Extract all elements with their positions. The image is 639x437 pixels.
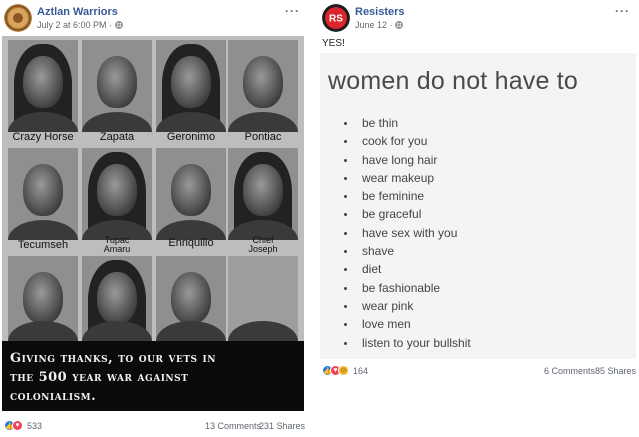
author-name[interactable]: Aztlan Warriors bbox=[37, 6, 118, 18]
timestamp-text[interactable]: July 2 at 6:00 PM bbox=[37, 20, 107, 30]
caption-line: colonialism. bbox=[10, 389, 97, 404]
page-avatar-aztlan[interactable] bbox=[4, 4, 32, 32]
meta-separator: · bbox=[109, 20, 113, 30]
caption-line: Giving thanks, to our vets in bbox=[10, 351, 216, 366]
avatar-initials: RS bbox=[329, 14, 343, 25]
image-headline: women do not have to bbox=[328, 67, 578, 95]
post-footer: 👍 ♥ 533 13 Comments 231 Shares bbox=[4, 420, 310, 436]
image-caption-box: Giving thanks, to our vets in the 500 ye… bbox=[2, 341, 304, 411]
portrait-pontiac bbox=[228, 40, 298, 132]
portrait-label: Tupac Amaru bbox=[80, 236, 154, 254]
list-item: be graceful bbox=[344, 205, 471, 223]
post-aztlan-warriors: Aztlan Warriors July 2 at 6:00 PM · ··· … bbox=[0, 0, 306, 437]
post-footer: 👍 ♥ ☺ 164 6 Comments 85 Shares bbox=[322, 365, 639, 381]
author-name[interactable]: Resisters bbox=[355, 6, 405, 18]
comments-count[interactable]: 13 Comments bbox=[205, 421, 261, 431]
globe-icon bbox=[114, 20, 123, 30]
comments-count[interactable]: 6 Comments bbox=[544, 366, 595, 376]
more-options-icon[interactable]: ··· bbox=[285, 4, 300, 18]
portrait-label: Chief Joseph bbox=[226, 236, 300, 254]
list-item: be thin bbox=[344, 114, 471, 132]
reaction-count[interactable]: 164 bbox=[353, 366, 368, 376]
love-reaction-icon: ♥ bbox=[12, 420, 23, 431]
portrait-label-line: Joseph bbox=[248, 244, 278, 254]
portrait-label-line: Amaru bbox=[103, 244, 131, 254]
list-item: cook for you bbox=[344, 132, 471, 150]
portrait-label: Zapata bbox=[99, 131, 135, 143]
meta-separator: · bbox=[389, 20, 393, 30]
portrait-label: Enriquillo bbox=[168, 237, 214, 249]
post-header: RS Resisters June 12 · ··· bbox=[322, 4, 639, 34]
portrait-crazy-horse bbox=[8, 40, 78, 132]
list-item: have sex with you bbox=[344, 224, 471, 242]
list-item: diet bbox=[344, 260, 471, 278]
post-timestamp[interactable]: July 2 at 6:00 PM · bbox=[37, 20, 123, 30]
caption-line: the 500 year war against bbox=[10, 370, 189, 385]
reactions-summary[interactable]: 👍 ♥ 533 bbox=[4, 420, 42, 431]
list-item: shave bbox=[344, 242, 471, 260]
list-item: be fashionable bbox=[344, 279, 471, 297]
post-image-list[interactable]: women do not have to be thin cook for yo… bbox=[320, 53, 636, 359]
list-item: listen to your bullshit bbox=[344, 334, 471, 352]
reaction-count[interactable]: 533 bbox=[27, 421, 42, 431]
photo-group-unlabeled bbox=[228, 256, 298, 341]
list-item: have long hair bbox=[344, 151, 471, 169]
reactions-summary[interactable]: 👍 ♥ ☺ 164 bbox=[322, 365, 368, 376]
post-timestamp[interactable]: June 12 · bbox=[355, 20, 403, 30]
portrait-unlabeled bbox=[8, 256, 78, 341]
portrait-zapata bbox=[82, 40, 152, 132]
portrait-label: Geronimo bbox=[166, 131, 216, 143]
post-header: Aztlan Warriors July 2 at 6:00 PM · ··· bbox=[4, 4, 310, 34]
timestamp-text[interactable]: June 12 bbox=[355, 20, 387, 30]
globe-icon bbox=[395, 20, 403, 30]
post-resisters: RS Resisters June 12 · ··· YES! women do… bbox=[318, 0, 639, 437]
portrait-tupac-amaru bbox=[82, 148, 152, 240]
list-item: be feminine bbox=[344, 187, 471, 205]
shares-count[interactable]: 85 Shares bbox=[595, 366, 636, 376]
portrait-enriquillo bbox=[156, 148, 226, 240]
more-options-icon[interactable]: ··· bbox=[615, 4, 630, 18]
list-item: wear makeup bbox=[344, 169, 471, 187]
page-avatar-resisters[interactable]: RS bbox=[322, 4, 350, 32]
image-list: be thin cook for you have long hair wear… bbox=[344, 114, 471, 352]
list-item: wear pink bbox=[344, 297, 471, 315]
portrait-tecumseh bbox=[8, 148, 78, 240]
shares-count[interactable]: 231 Shares bbox=[259, 421, 305, 431]
portrait-geronimo bbox=[156, 40, 226, 132]
portrait-label: Pontiac bbox=[244, 131, 282, 143]
post-text: YES! bbox=[322, 38, 345, 49]
portrait-unlabeled bbox=[156, 256, 226, 341]
portrait-chief-joseph bbox=[228, 148, 298, 240]
haha-reaction-icon: ☺ bbox=[338, 365, 349, 376]
post-image-portraits[interactable]: Crazy Horse Zapata Geronimo Pontiac Tecu… bbox=[2, 36, 304, 411]
portrait-label: Tecumseh bbox=[17, 239, 69, 251]
list-item: love men bbox=[344, 315, 471, 333]
portrait-unlabeled bbox=[82, 256, 152, 341]
portrait-label: Crazy Horse bbox=[12, 131, 74, 143]
